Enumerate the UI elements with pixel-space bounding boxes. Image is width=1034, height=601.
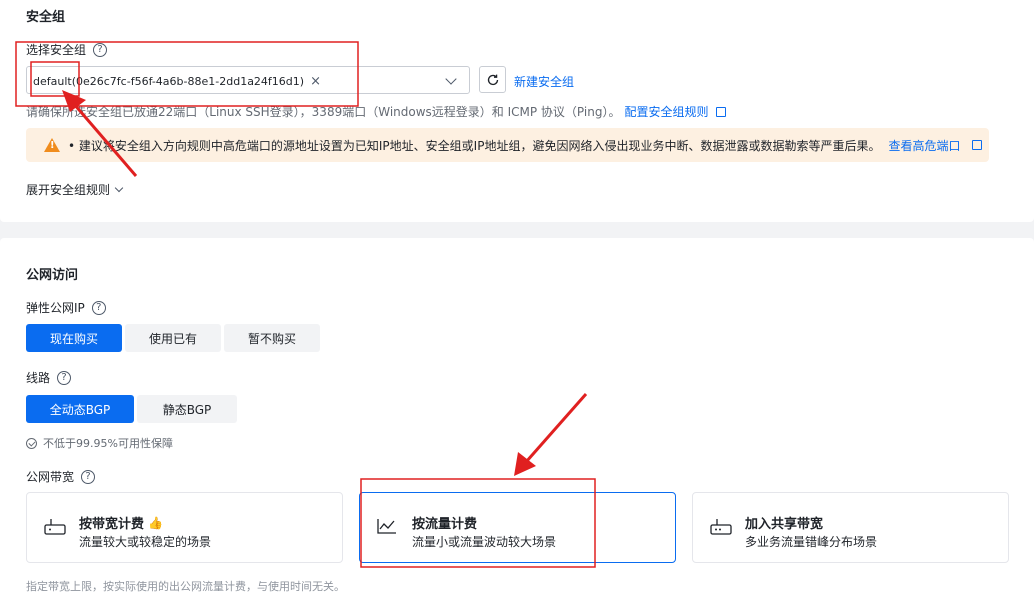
billing-card-shared[interactable]: 加入共享带宽 多业务流量错峰分布场景: [692, 492, 1009, 563]
line-label: 线路 ?: [26, 369, 72, 386]
billing-card-title-text: 按带宽计费: [79, 517, 145, 532]
configure-rules-link[interactable]: 配置安全组规则: [624, 103, 708, 120]
refresh-button[interactable]: [479, 66, 506, 93]
external-link-icon: [716, 106, 727, 117]
view-high-risk-ports-link[interactable]: 查看高危端口: [888, 137, 960, 154]
billing-card-title-text: 按流量计费: [412, 517, 478, 532]
new-security-group-link[interactable]: 新建安全组: [514, 73, 574, 90]
help-icon[interactable]: ?: [91, 300, 106, 315]
expand-rules-toggle[interactable]: 展开安全组规则: [26, 181, 124, 198]
high-risk-port-warning: • 建议将安全组入方向规则中高危端口的源地址设置为已知IP地址、安全组或IP地址…: [26, 128, 989, 162]
select-security-group-text: 选择安全组: [26, 43, 87, 57]
eip-option-use-existing[interactable]: 使用已有: [125, 324, 221, 352]
thumbs-up-icon: 👍: [148, 515, 163, 530]
bandwidth-label: 公网带宽 ?: [26, 468, 96, 485]
billing-card-desc: 流量较大或较稳定的场景: [79, 535, 212, 549]
eip-label-text: 弹性公网IP: [26, 301, 85, 315]
router-icon: [44, 519, 66, 535]
billing-footer-note: 指定带宽上限，按实际使用的出公网流量计费，与使用时间无关。: [26, 580, 345, 593]
eip-option-not-now[interactable]: 暂不购买: [224, 324, 320, 352]
line-option-group: 全动态BGP 静态BGP: [26, 395, 237, 423]
warning-text: • 建议将安全组入方向规则中高危端口的源地址设置为已知IP地址、安全组或IP地址…: [68, 138, 881, 153]
section-title-public-access: 公网访问: [26, 268, 79, 283]
eip-label: 弹性公网IP ?: [26, 299, 106, 316]
eip-option-buy-now[interactable]: 现在购买: [26, 324, 122, 352]
help-icon[interactable]: ?: [57, 370, 72, 385]
expand-rules-label: 展开安全组规则: [26, 183, 111, 197]
billing-card-traffic[interactable]: 按流量计费 流量小或流量波动较大场景: [359, 492, 676, 563]
billing-card-desc: 多业务流量错峰分布场景: [745, 535, 878, 549]
availability-text: 不低于99.95%可用性保障: [43, 437, 173, 450]
help-icon[interactable]: ?: [81, 469, 96, 484]
warning-icon: [44, 138, 60, 152]
billing-card-title: 按流量计费: [412, 513, 477, 532]
line-label-text: 线路: [26, 371, 51, 385]
security-group-select[interactable]: default(0e26c7fc-f56f-4a6b-88e1-2dd1a24f…: [26, 66, 470, 94]
selected-tag-label: default(0e26c7fc-f56f-4a6b-88e1-2dd1a24f…: [33, 74, 305, 88]
chevron-down-icon: [114, 183, 124, 192]
hint-text: 请确保所选安全组已放通22端口（Linux SSH登录），3389端口（Wind…: [26, 105, 621, 119]
section-title-security-group: 安全组: [26, 10, 66, 25]
shared-bandwidth-icon: [710, 519, 732, 535]
billing-card-title: 加入共享带宽: [745, 513, 823, 532]
eip-option-group: 现在购买 使用已有 暂不购买: [26, 324, 320, 352]
refresh-icon: [487, 74, 498, 85]
availability-note: 不低于99.95%可用性保障: [26, 435, 173, 451]
security-group-hint: 请确保所选安全组已放通22端口（Linux SSH登录），3389端口（Wind…: [26, 103, 727, 120]
select-security-group-label: 选择安全组 ?: [26, 41, 108, 58]
help-icon[interactable]: ?: [93, 42, 108, 57]
selected-security-group-tag: default(0e26c7fc-f56f-4a6b-88e1-2dd1a24f…: [33, 71, 321, 91]
line-option-dynamic-bgp[interactable]: 全动态BGP: [26, 395, 134, 423]
security-group-section: 安全组 选择安全组 ? default(0e26c7fc-f56f-4a6b-8…: [0, 0, 1034, 222]
line-option-static-bgp[interactable]: 静态BGP: [137, 395, 237, 423]
billing-card-desc: 流量小或流量波动较大场景: [412, 535, 557, 549]
billing-card-title-text: 加入共享带宽: [745, 517, 824, 532]
billing-card-title: 按带宽计费 👍: [79, 513, 163, 533]
external-link-icon: [972, 140, 983, 150]
line-chart-icon: [377, 519, 396, 534]
bandwidth-label-text: 公网带宽: [26, 470, 75, 484]
close-icon[interactable]: ×: [310, 74, 321, 89]
chevron-down-icon[interactable]: [445, 73, 457, 85]
check-circle-icon: [26, 437, 37, 449]
billing-card-bandwidth[interactable]: 按带宽计费 👍 流量较大或较稳定的场景: [26, 492, 343, 563]
